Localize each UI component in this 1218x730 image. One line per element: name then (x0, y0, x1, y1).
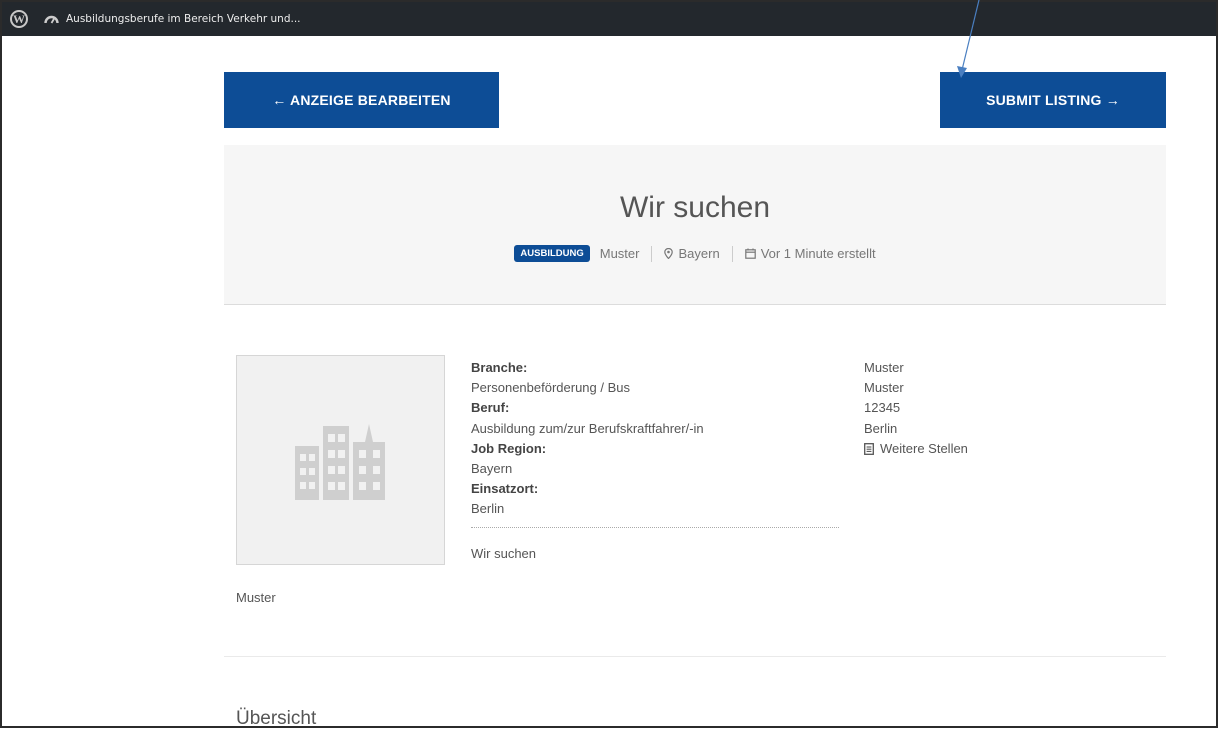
overview-heading: Übersicht (236, 708, 317, 729)
branche-value: Personenbeförderung / Bus (471, 380, 630, 396)
contact-zip: 12345 (864, 400, 901, 416)
region-value: Bayern (471, 461, 513, 477)
edit-listing-button[interactable]: ← ANZEIGE BEARBEITEN (224, 72, 499, 128)
document-icon (864, 442, 874, 455)
posted-date: Vor 1 Minute erstellt (760, 246, 876, 261)
location-text: Bayern (678, 246, 720, 261)
beruf-value: Ausbildung zum/zur Berufskraftfahrer/-in (471, 420, 704, 436)
meta-divider (651, 245, 653, 262)
job-type-badge: AUSBILDUNG (514, 245, 590, 262)
meta-divider (731, 245, 733, 262)
wordpress-logo-icon[interactable]: W (10, 10, 28, 28)
listing-meta: AUSBILDUNG Muster Bayern Vor 1 Minute er… (224, 245, 1166, 262)
contact-name: Muster (864, 360, 904, 375)
submit-listing-button[interactable]: SUBMIT LISTING → (940, 72, 1166, 128)
company-logo-placeholder (236, 355, 445, 565)
einsatzort-value: Berlin (471, 501, 505, 517)
beruf-label: Beruf: (471, 400, 510, 416)
admin-bar: W Ausbildungsberufe im Bereich Verkehr u… (2, 2, 1216, 36)
more-jobs-label: Weitere Stellen (880, 440, 968, 456)
listing-header: Wir suchen AUSBILDUNG Muster Bayern Vor … (224, 145, 1166, 305)
job-description: Wir suchen (471, 545, 537, 561)
calendar-icon (744, 248, 756, 259)
region-label: Job Region: (471, 440, 547, 456)
section-divider (224, 656, 1166, 657)
location-pin-icon (664, 248, 674, 259)
page-title: Wir suchen (619, 191, 771, 224)
branche-label: Branche: (471, 360, 528, 375)
contact-city: Berlin (864, 420, 898, 436)
site-name-link[interactable]: Ausbildungsberufe im Bereich Verkehr und… (66, 13, 301, 25)
contact-street: Muster (864, 380, 904, 396)
building-icon (294, 424, 385, 500)
company-name: Muster (599, 246, 640, 261)
einsatzort-label: Einsatzort: (471, 481, 539, 497)
details-divider (471, 526, 839, 528)
company-contact: Muster Muster 12345 Berlin Weitere Stell… (864, 358, 968, 459)
more-jobs-link[interactable]: Weitere Stellen (864, 439, 968, 459)
dashboard-icon[interactable] (44, 11, 60, 27)
company-caption: Muster (236, 590, 276, 605)
job-details: Branche: Personenbeförderung / Bus Beruf… (471, 358, 839, 564)
